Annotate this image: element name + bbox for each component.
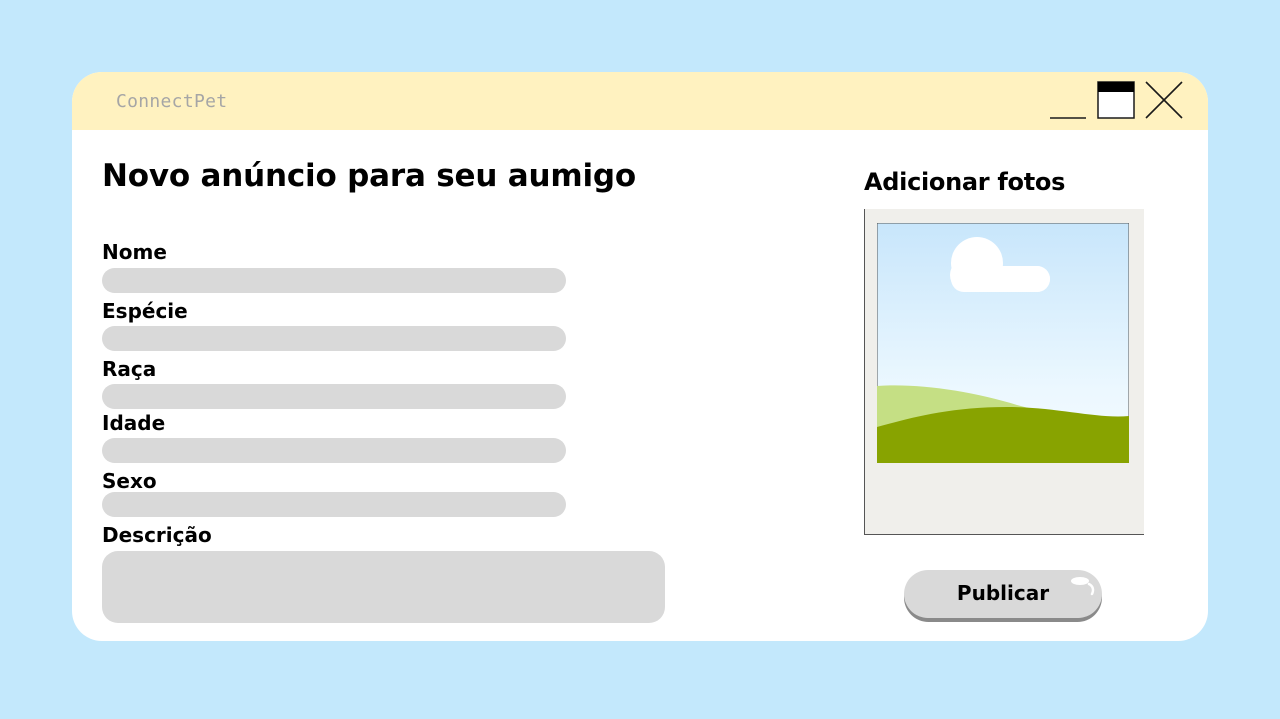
- name-input[interactable]: [102, 268, 566, 293]
- breed-label: Raça: [102, 357, 157, 381]
- close-icon: [1145, 81, 1183, 119]
- close-button[interactable]: [1144, 80, 1184, 122]
- sex-input[interactable]: [102, 492, 566, 517]
- title-bar: ConnectPet: [72, 72, 1208, 130]
- species-label: Espécie: [102, 299, 188, 323]
- page-title: Novo anúncio para seu aumigo: [102, 158, 637, 194]
- age-input[interactable]: [102, 438, 566, 463]
- publish-button-label: Publicar: [956, 581, 1050, 605]
- publish-button[interactable]: Publicar: [904, 570, 1102, 622]
- image-placeholder-icon: [877, 223, 1129, 463]
- age-label: Idade: [102, 411, 166, 435]
- minimize-button[interactable]: [1048, 80, 1088, 122]
- sex-label: Sexo: [102, 469, 157, 493]
- breed-input[interactable]: [102, 384, 566, 409]
- description-textarea[interactable]: [102, 551, 665, 623]
- maximize-button[interactable]: [1096, 80, 1136, 122]
- minimize-icon: [1050, 117, 1086, 119]
- species-input[interactable]: [102, 326, 566, 351]
- add-photos-title: Adicionar fotos: [864, 168, 1066, 196]
- app-window: ConnectPet Novo anúncio para seu aumigo …: [72, 72, 1208, 641]
- description-label: Descrição: [102, 523, 212, 547]
- name-label: Nome: [102, 240, 167, 264]
- photo-upload-area[interactable]: [864, 209, 1144, 535]
- maximize-icon: [1097, 81, 1135, 119]
- app-name: ConnectPet: [116, 91, 228, 112]
